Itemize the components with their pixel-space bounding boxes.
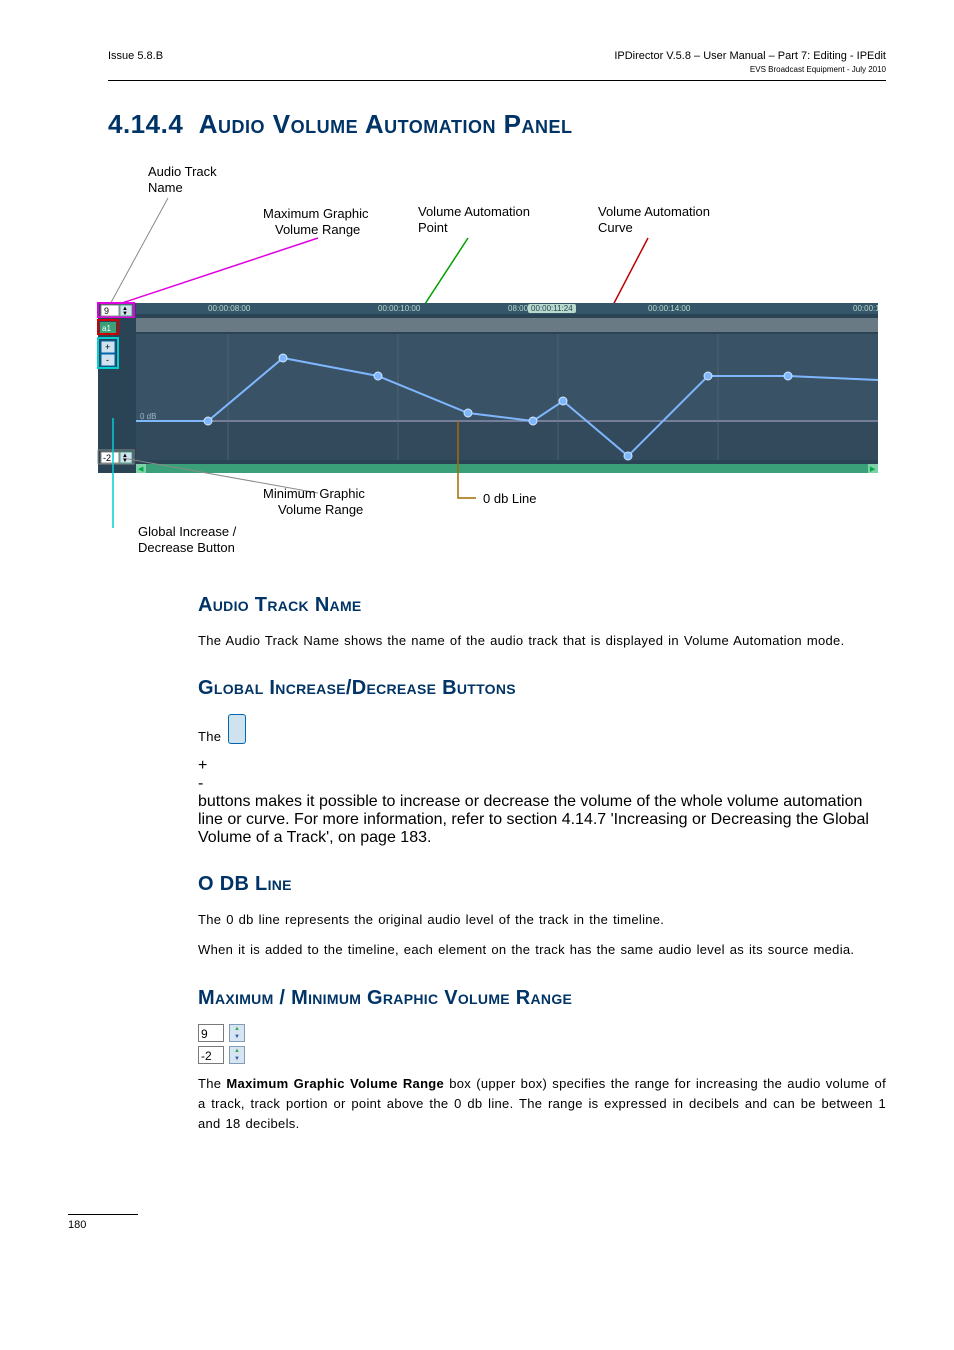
min-range-input[interactable]: -2 (198, 1046, 224, 1064)
para-global-inc-dec: The (198, 714, 886, 747)
max-range-spinner[interactable]: 9 ▲▼ (198, 1024, 886, 1042)
svg-text:00:00:1: 00:00:1 (853, 304, 880, 313)
svg-text:00:00:11:24: 00:00:11:24 (531, 304, 573, 313)
heading-global-inc-dec: Global Increase/Decrease Buttons (198, 677, 886, 700)
para-0db-1: The 0 db line represents the original au… (198, 910, 886, 930)
heading-audio-track-name: Audio Track Name (198, 594, 886, 617)
svg-text:Point: Point (418, 220, 448, 235)
svg-text:Volume Range: Volume Range (275, 222, 360, 237)
svg-text:-2: -2 (103, 453, 111, 463)
svg-text:Minimum Graphic: Minimum Graphic (263, 486, 365, 501)
page-footer: 180 (68, 1214, 886, 1231)
page-header: Issue 5.8.B IPDirector V.5.8 – User Manu… (108, 50, 886, 62)
svg-text:9: 9 (104, 306, 109, 316)
svg-text:Maximum Graphic: Maximum Graphic (263, 206, 369, 221)
inc-dec-icon (228, 714, 246, 744)
svg-text:00:00:08:00: 00:00:08:00 (208, 304, 251, 313)
min-range-spinner[interactable]: -2 ▲▼ (198, 1046, 886, 1064)
svg-text:00:00:14:00: 00:00:14:00 (648, 304, 691, 313)
header-rule (108, 80, 886, 81)
header-left: Issue 5.8.B (108, 50, 163, 62)
max-range-input[interactable]: 9 (198, 1024, 224, 1042)
spinner-arrows-icon[interactable]: ▲▼ (229, 1046, 245, 1064)
page-number: 180 (68, 1219, 886, 1231)
svg-text:Volume Automation: Volume Automation (598, 204, 710, 219)
heading-4-14-4: 4.14.4 Audio Volume Automation Panel (108, 109, 886, 140)
svg-text:Name: Name (148, 180, 183, 195)
para-0db-2: When it is added to the timeline, each e… (198, 940, 886, 960)
svg-text:▶: ▶ (870, 466, 876, 473)
svg-text:Global Increase /: Global Increase / (138, 524, 237, 539)
svg-text:+: + (105, 342, 110, 352)
svg-text:08:00: 08:00 (508, 304, 529, 313)
svg-text:a1: a1 (102, 324, 111, 333)
svg-text:Volume Automation: Volume Automation (418, 204, 530, 219)
svg-text:▼: ▼ (122, 311, 128, 317)
heading-max-min-range: Maximum / Minimum Graphic Volume Range (198, 987, 886, 1010)
svg-text:-: - (106, 355, 109, 365)
para-audio-track-name: The Audio Track Name shows the name of t… (198, 631, 886, 651)
svg-text:00:00:10:00: 00:00:10:00 (378, 304, 421, 313)
spinner-arrows-icon[interactable]: ▲▼ (229, 1024, 245, 1042)
body-content: Audio Track Name The Audio Track Name sh… (198, 594, 886, 1134)
heading-0db-line: O DB Line (198, 873, 886, 896)
svg-text:Audio Track: Audio Track (148, 164, 217, 179)
para-max-range: The Maximum Graphic Volume Range box (up… (198, 1074, 886, 1134)
audio-volume-automation-diagram: .lbl { font: 13px Arial; fill:#000; } .t… (68, 158, 888, 568)
svg-text:Decrease Button: Decrease Button (138, 540, 235, 555)
svg-text:0 dB: 0 dB (140, 412, 156, 421)
footer-rule (68, 1214, 138, 1215)
svg-text:Volume Range: Volume Range (278, 502, 363, 517)
header-sub: EVS Broadcast Equipment - July 2010 (108, 65, 886, 74)
header-right: IPDirector V.5.8 – User Manual – Part 7:… (614, 50, 886, 62)
svg-text:Curve: Curve (598, 220, 633, 235)
svg-text:◀: ◀ (138, 466, 144, 473)
svg-text:0 db Line: 0 db Line (483, 491, 537, 506)
